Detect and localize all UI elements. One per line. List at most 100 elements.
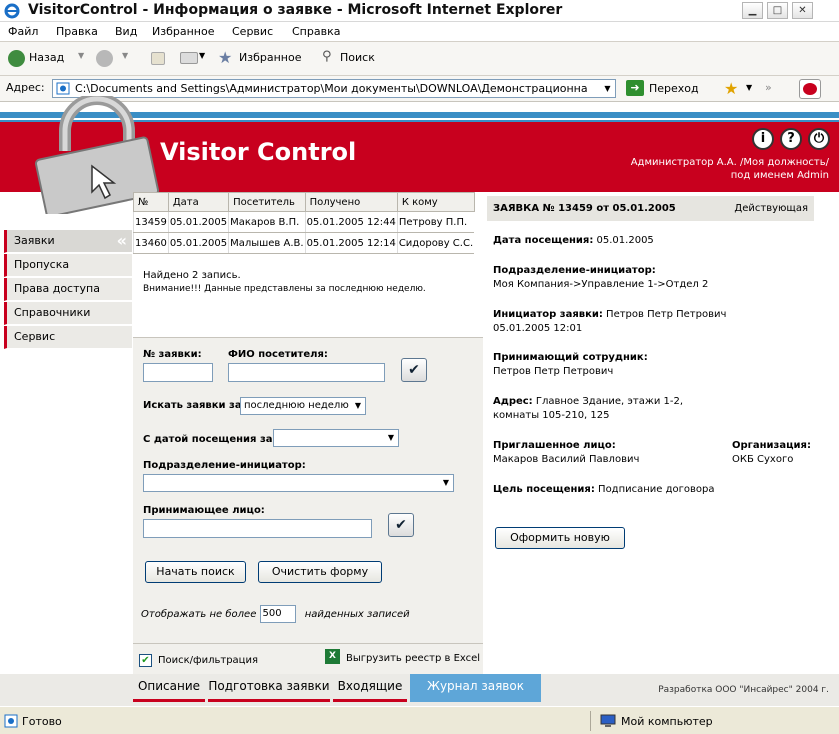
zone-text: Мой компьютер	[621, 715, 713, 728]
close-button[interactable]: ✕	[792, 2, 813, 19]
column-to-whom[interactable]: К кому	[396, 192, 475, 212]
forward-icon[interactable]	[96, 50, 113, 67]
favorites-star-icon[interactable]: ★	[218, 48, 232, 67]
sidebar-item-access-rights[interactable]: Права доступа	[4, 278, 132, 301]
create-new-request-button[interactable]: Оформить новую	[495, 527, 625, 549]
search-button[interactable]: Поиск	[340, 51, 375, 64]
host-person-input[interactable]	[143, 519, 372, 538]
host-label-text: Принимающий сотрудник:	[493, 352, 648, 363]
host-employee-label: Принимающий сотрудник:	[493, 351, 648, 364]
chevron-down-icon: ▼	[387, 433, 395, 442]
cell-date: 05.01.2005	[167, 232, 229, 254]
menu-edit[interactable]: Правка	[56, 25, 98, 38]
menu-file[interactable]: Файл	[8, 25, 38, 38]
search-period-select[interactable]: последнюю неделю ▼	[240, 397, 366, 415]
maximize-button[interactable]: □	[767, 2, 788, 19]
initiator-line: Инициатор заявки: Петров Петр Петрович	[493, 308, 726, 321]
copyright: Разработка ООО "Инсайрес" 2004 г.	[658, 685, 829, 695]
tab-incoming[interactable]: Входящие	[333, 674, 407, 702]
sidebar-item-label: Пропуска	[14, 258, 70, 271]
back-icon[interactable]	[8, 50, 25, 67]
my-computer-icon	[600, 714, 616, 727]
start-search-button[interactable]: Начать поиск	[145, 561, 246, 583]
visit-date-select[interactable]: ▼	[273, 429, 399, 447]
print-pdf-icon[interactable]	[799, 79, 821, 99]
help-button[interactable]: ?	[780, 128, 802, 150]
cell-received: 05.01.2005 12:44	[304, 211, 398, 233]
column-visitor[interactable]: Посетитель	[228, 192, 306, 212]
chevron-right-icon[interactable]: »	[765, 81, 772, 94]
filter-checkbox[interactable]: ✔	[139, 654, 152, 667]
host-select-button[interactable]: ✔	[388, 513, 414, 537]
sidebar-item-passes[interactable]: Пропуска	[4, 254, 132, 277]
back-button[interactable]: Назад	[29, 51, 64, 64]
column-date[interactable]: Дата	[167, 192, 230, 212]
address-dropdown-icon[interactable]: ▼	[600, 80, 615, 97]
organization-value: ОКБ Сухого	[732, 454, 794, 465]
details-header: ЗАЯВКА № 13459 от 05.01.2005 Действующая	[487, 196, 814, 221]
menu-favorites[interactable]: Избранное	[152, 25, 214, 38]
sidebar-item-label: Сервис	[14, 330, 56, 343]
minimize-button[interactable]: ▁	[742, 2, 763, 19]
mail-icon[interactable]	[180, 52, 198, 64]
table-row[interactable]: 13460 05.01.2005 Малышев А.В. 05.01.2005…	[133, 232, 475, 254]
cell-to-whom: Сидорову С.С.	[396, 232, 475, 254]
purpose-line: Цель посещения: Подписание договора	[493, 483, 715, 496]
limit-input[interactable]: 500	[259, 605, 296, 623]
initiator-value: Петров Петр Петрович	[606, 309, 727, 320]
search-form: № заявки: ФИО посетителя: ✔ Искать заявк…	[133, 337, 483, 701]
links-dropdown-icon[interactable]: ▼	[746, 83, 752, 92]
request-number-label: № заявки:	[143, 349, 202, 360]
user-info: Администратор А.А. /Моя должность/ под и…	[631, 156, 829, 182]
filter-label: Поиск/фильтрация	[158, 655, 258, 666]
search-icon[interactable]: ⚲	[322, 49, 332, 64]
excel-icon[interactable]: X	[325, 649, 340, 664]
page-icon	[56, 82, 70, 95]
cell-visitor: Макаров В.П.	[228, 211, 306, 233]
visitor-select-button[interactable]: ✔	[401, 358, 427, 382]
department-select[interactable]: ▼	[143, 474, 454, 492]
ie-icon	[4, 3, 20, 19]
favorites-button[interactable]: Избранное	[239, 51, 301, 64]
mail-dropdown-icon[interactable]: ▼	[199, 51, 205, 60]
cell-number: 13459	[133, 211, 169, 233]
sidebar-item-service[interactable]: Сервис	[4, 326, 132, 349]
search-period-label: Искать заявки за:	[143, 400, 246, 411]
sidebar-item-requests[interactable]: Заявки «	[4, 230, 132, 253]
go-button[interactable]: Переход	[649, 82, 699, 95]
sidebar-item-directories[interactable]: Справочники	[4, 302, 132, 325]
chevron-down-icon: ▼	[442, 478, 450, 487]
visitor-name-input[interactable]	[228, 363, 385, 382]
menu-view[interactable]: Вид	[115, 25, 137, 38]
forward-dropdown-icon[interactable]: ▼	[122, 51, 128, 60]
clear-form-button[interactable]: Очистить форму	[258, 561, 382, 583]
tab-description[interactable]: Описание	[133, 674, 205, 702]
menu-tools[interactable]: Сервис	[232, 25, 273, 38]
data-warning: Внимание!!! Данные представлены за после…	[143, 284, 426, 294]
visit-date-value: 05.01.2005	[596, 235, 654, 246]
back-dropdown-icon[interactable]: ▼	[78, 51, 84, 60]
request-number-input[interactable]	[143, 363, 213, 382]
info-button[interactable]: i	[752, 128, 774, 150]
cell-to-whom: Петрову П.П.	[396, 211, 475, 233]
tab-request-log[interactable]: Журнал заявок	[410, 674, 541, 702]
visit-date-label: С датой посещения за:	[143, 434, 277, 445]
go-arrow-icon[interactable]: ➜	[626, 80, 644, 96]
tab-request-preparation[interactable]: Подготовка заявки	[208, 674, 330, 702]
purpose-value: Подписание договора	[598, 484, 715, 495]
page-icon[interactable]	[151, 52, 165, 65]
host-employee-value: Петров Петр Петрович	[493, 366, 614, 377]
department-label: Подразделение-инициатор:	[493, 264, 656, 277]
logout-button[interactable]: ⏻	[808, 128, 830, 150]
visit-date-label: Дата посещения:	[493, 235, 594, 246]
favorites-add-icon[interactable]: ★	[724, 79, 738, 98]
table-row[interactable]: 13459 05.01.2005 Макаров В.П. 05.01.2005…	[133, 211, 475, 233]
column-received[interactable]: Получено	[304, 192, 398, 212]
department-label-text: Подразделение-инициатор:	[493, 265, 656, 276]
collapse-chevron-icon[interactable]: «	[117, 230, 127, 252]
initiator-date: 05.01.2005 12:01	[493, 323, 583, 334]
export-excel-link[interactable]: Выгрузить реестр в Excel	[346, 653, 480, 664]
menu-help[interactable]: Справка	[292, 25, 340, 38]
column-number[interactable]: №	[133, 192, 169, 212]
host-person-label: Принимающее лицо:	[143, 505, 265, 516]
